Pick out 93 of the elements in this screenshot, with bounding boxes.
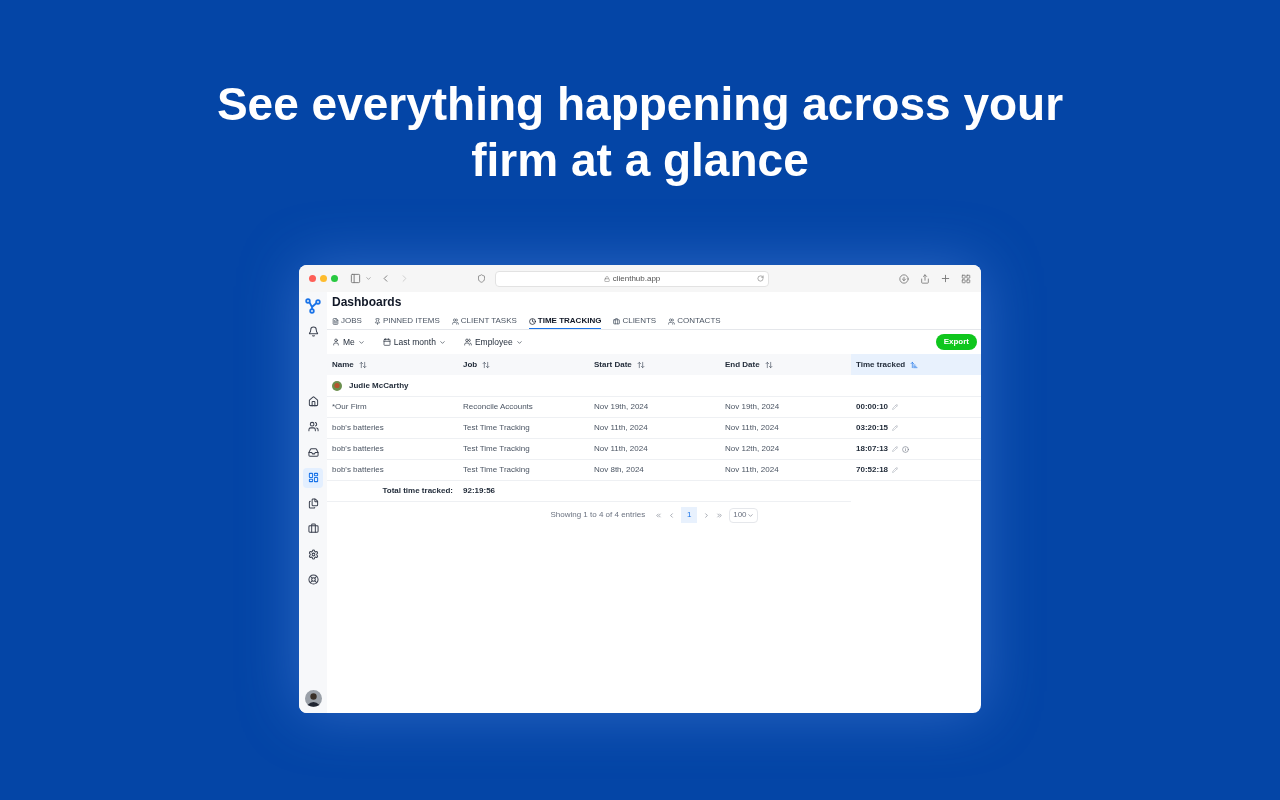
file-icon bbox=[332, 317, 339, 325]
chevron-down-icon bbox=[438, 338, 446, 346]
people-icon bbox=[307, 421, 319, 432]
table-cell-text: Test Time Tracking bbox=[462, 422, 531, 434]
logo-icon[interactable] bbox=[305, 298, 321, 314]
sort-ascending-icon[interactable] bbox=[910, 360, 919, 369]
documents-icon bbox=[307, 497, 319, 509]
tab[interactable]: CONTACTS bbox=[668, 314, 721, 329]
table-cell-text: Nov 12th, 2024 bbox=[724, 443, 781, 455]
column-header[interactable]: Job bbox=[458, 354, 589, 375]
table-cell: 70:52:18 bbox=[856, 464, 889, 476]
briefcase-icon bbox=[307, 523, 319, 534]
pin-icon bbox=[373, 317, 381, 325]
table-cell-text: *Our Firm bbox=[331, 401, 368, 413]
avatar bbox=[332, 380, 342, 391]
bell-icon bbox=[307, 325, 319, 337]
filter-dropdown[interactable]: Last month bbox=[382, 335, 446, 349]
edit-icon[interactable] bbox=[892, 467, 899, 473]
table-cell-text: Test Time Tracking bbox=[462, 443, 531, 455]
previous-page-icon[interactable] bbox=[668, 511, 676, 519]
total-value: 92:19:56 bbox=[462, 485, 496, 497]
headline: See everything happening across your firm at a glance bbox=[215, 77, 1065, 188]
sort-icon[interactable] bbox=[764, 360, 773, 369]
table-cell-text: Test Time Tracking bbox=[462, 464, 531, 476]
home-icon bbox=[307, 395, 319, 407]
page-size-select[interactable]: 100 bbox=[729, 507, 758, 523]
new-tab-icon[interactable] bbox=[940, 273, 951, 284]
total-label: Total time tracked: bbox=[381, 485, 454, 497]
last-page-icon[interactable] bbox=[716, 511, 724, 519]
edit-icon[interactable] bbox=[892, 425, 899, 431]
table-cell: 00:00:10 bbox=[856, 401, 889, 413]
page-title: Dashboards bbox=[332, 294, 403, 310]
address-bar[interactable]: clienthub.app bbox=[495, 270, 769, 287]
tab[interactable]: TIME TRACKING bbox=[528, 314, 602, 329]
tab[interactable]: PINNED ITEMS bbox=[373, 314, 440, 329]
first-page-icon[interactable] bbox=[655, 511, 663, 519]
share-icon[interactable] bbox=[920, 273, 930, 284]
column-header[interactable]: End Date bbox=[720, 354, 851, 375]
chevron-down-icon bbox=[746, 511, 754, 519]
people-icon bbox=[451, 317, 459, 325]
user-icon bbox=[332, 338, 340, 346]
tab[interactable]: JOBS bbox=[332, 314, 362, 329]
column-header[interactable]: Start Date bbox=[589, 354, 720, 375]
table-cell-text: bob's batteries bbox=[331, 443, 385, 455]
tab[interactable]: CLIENTS bbox=[613, 314, 657, 329]
next-page-icon[interactable] bbox=[703, 511, 711, 519]
table-cell-text: bob's batteries bbox=[331, 422, 385, 434]
info-icon[interactable] bbox=[902, 445, 910, 453]
table-cell-text: Nov 11th, 2024 bbox=[593, 443, 649, 455]
table-cell-text: bob's batteries bbox=[331, 464, 385, 476]
column-header[interactable]: Name bbox=[327, 354, 458, 375]
reload-icon[interactable] bbox=[757, 275, 764, 282]
table-cell: 03:20:15 bbox=[856, 422, 889, 434]
sidebar-item[interactable] bbox=[303, 467, 323, 488]
table-cell: 18:07:13 bbox=[856, 443, 889, 455]
chevron-down-icon bbox=[515, 338, 523, 346]
tabs-overview-icon[interactable] bbox=[961, 273, 971, 284]
inbox-icon bbox=[307, 446, 319, 458]
table-cell-text: Nov 19th, 2024 bbox=[724, 401, 781, 413]
table-cell-text: Nov 11th, 2024 bbox=[724, 422, 780, 434]
edit-icon[interactable] bbox=[892, 446, 899, 452]
edit-icon[interactable] bbox=[892, 404, 899, 410]
sidebar-toggle-icon[interactable] bbox=[350, 273, 361, 284]
entries-summary: Showing 1 to 4 of 4 entries bbox=[550, 509, 646, 521]
filter-dropdown[interactable]: Employee bbox=[463, 335, 523, 349]
people-icon bbox=[668, 317, 676, 325]
briefcase-icon bbox=[613, 317, 621, 325]
table-cell-text: Nov 11th, 2024 bbox=[724, 464, 780, 476]
url-text: clienthub.app bbox=[612, 272, 661, 285]
lifebuoy-icon bbox=[307, 574, 319, 585]
shield-icon[interactable] bbox=[477, 274, 486, 283]
tab[interactable]: CLIENT TASKS bbox=[451, 314, 517, 329]
users-icon bbox=[463, 338, 472, 346]
chevron-down-icon[interactable] bbox=[365, 275, 372, 282]
user-avatar[interactable] bbox=[304, 690, 322, 707]
calendar-icon bbox=[382, 338, 391, 346]
column-header[interactable]: Time tracked bbox=[851, 354, 981, 375]
sort-icon[interactable] bbox=[482, 360, 491, 369]
table-cell-text: Nov 19th, 2024 bbox=[593, 401, 650, 413]
table-cell-text: Nov 11th, 2024 bbox=[593, 422, 649, 434]
dashboard-icon bbox=[307, 472, 319, 483]
lock-icon bbox=[603, 275, 610, 282]
settings-icon bbox=[307, 548, 319, 560]
chevron-down-icon bbox=[357, 338, 365, 346]
sort-icon[interactable] bbox=[358, 360, 367, 369]
table-cell-text: Reconcile Accounts bbox=[462, 401, 534, 413]
table-cell-text: Nov 8th, 2024 bbox=[593, 464, 645, 476]
filter-dropdown[interactable]: Me bbox=[332, 335, 365, 349]
clock-icon bbox=[528, 317, 536, 325]
download-icon[interactable] bbox=[899, 273, 909, 284]
sort-icon[interactable] bbox=[636, 360, 645, 369]
page-number[interactable]: 1 bbox=[681, 507, 698, 523]
group-name: Judie McCarthy bbox=[349, 379, 409, 392]
